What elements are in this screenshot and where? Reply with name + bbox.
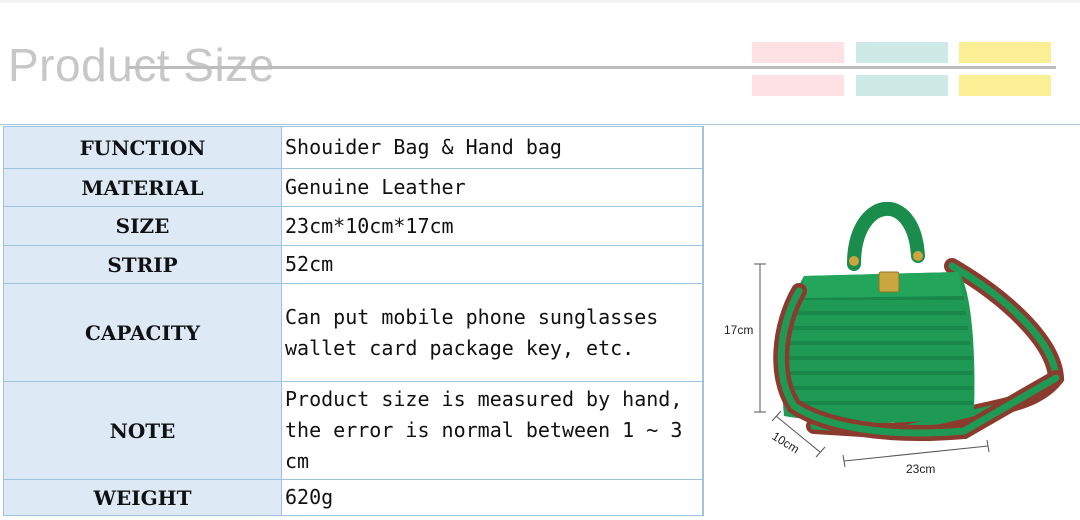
bag-handle	[847, 201, 925, 271]
height-label: 17cm	[724, 323, 753, 337]
table-row: WEIGHT 620g	[3, 479, 703, 516]
spec-label: SIZE	[3, 206, 282, 246]
spec-value: 620g	[281, 479, 703, 516]
spec-label: FUNCTION	[3, 126, 282, 169]
handle-ring-left	[849, 256, 859, 266]
title-underline	[128, 66, 1056, 69]
spec-value: 23cm*10cm*17cm	[281, 206, 703, 246]
handle-ring-right	[913, 251, 923, 261]
spec-value: Genuine Leather	[281, 168, 703, 207]
spec-label: MATERIAL	[3, 168, 282, 207]
width-label: 23cm	[906, 462, 935, 476]
header: Product Size	[0, 0, 1080, 125]
table-row: CAPACITY Can put mobile phone sunglasses…	[3, 283, 703, 382]
pink-swatch-top	[752, 42, 844, 63]
table-row: NOTE Product size is measured by hand, t…	[3, 381, 703, 480]
table-row: SIZE 23cm*10cm*17cm	[3, 206, 703, 246]
spec-value: 52cm	[281, 245, 703, 284]
spec-table: FUNCTION Shouider Bag & Hand bag MATERIA…	[3, 126, 703, 516]
spec-label: STRIP	[3, 245, 282, 284]
yellow-swatch-top	[959, 42, 1051, 63]
spec-value: Shouider Bag & Hand bag	[281, 126, 703, 169]
spec-label: NOTE	[3, 381, 282, 480]
table-row: STRIP 52cm	[3, 245, 703, 284]
mint-swatch-bottom	[856, 75, 948, 96]
yellow-swatch-bottom	[959, 75, 1051, 96]
spec-value: Product size is measured by hand, the er…	[281, 381, 703, 480]
spec-label: CAPACITY	[3, 283, 282, 382]
spec-value: Can put mobile phone sunglasses wallet c…	[281, 283, 703, 382]
clasp-icon	[878, 271, 900, 293]
table-row: MATERIAL Genuine Leather	[3, 168, 703, 207]
product-photo-panel: 17cm 10cm 23cm	[703, 126, 1080, 516]
pink-swatch-bottom	[752, 75, 844, 96]
page-title: Product Size	[8, 39, 275, 91]
top-border	[0, 0, 1080, 3]
spec-label: WEIGHT	[3, 479, 282, 516]
bag-illustration: 17cm 10cm 23cm	[722, 201, 1065, 476]
mint-swatch-top	[856, 42, 948, 63]
table-row: FUNCTION Shouider Bag & Hand bag	[3, 126, 703, 169]
